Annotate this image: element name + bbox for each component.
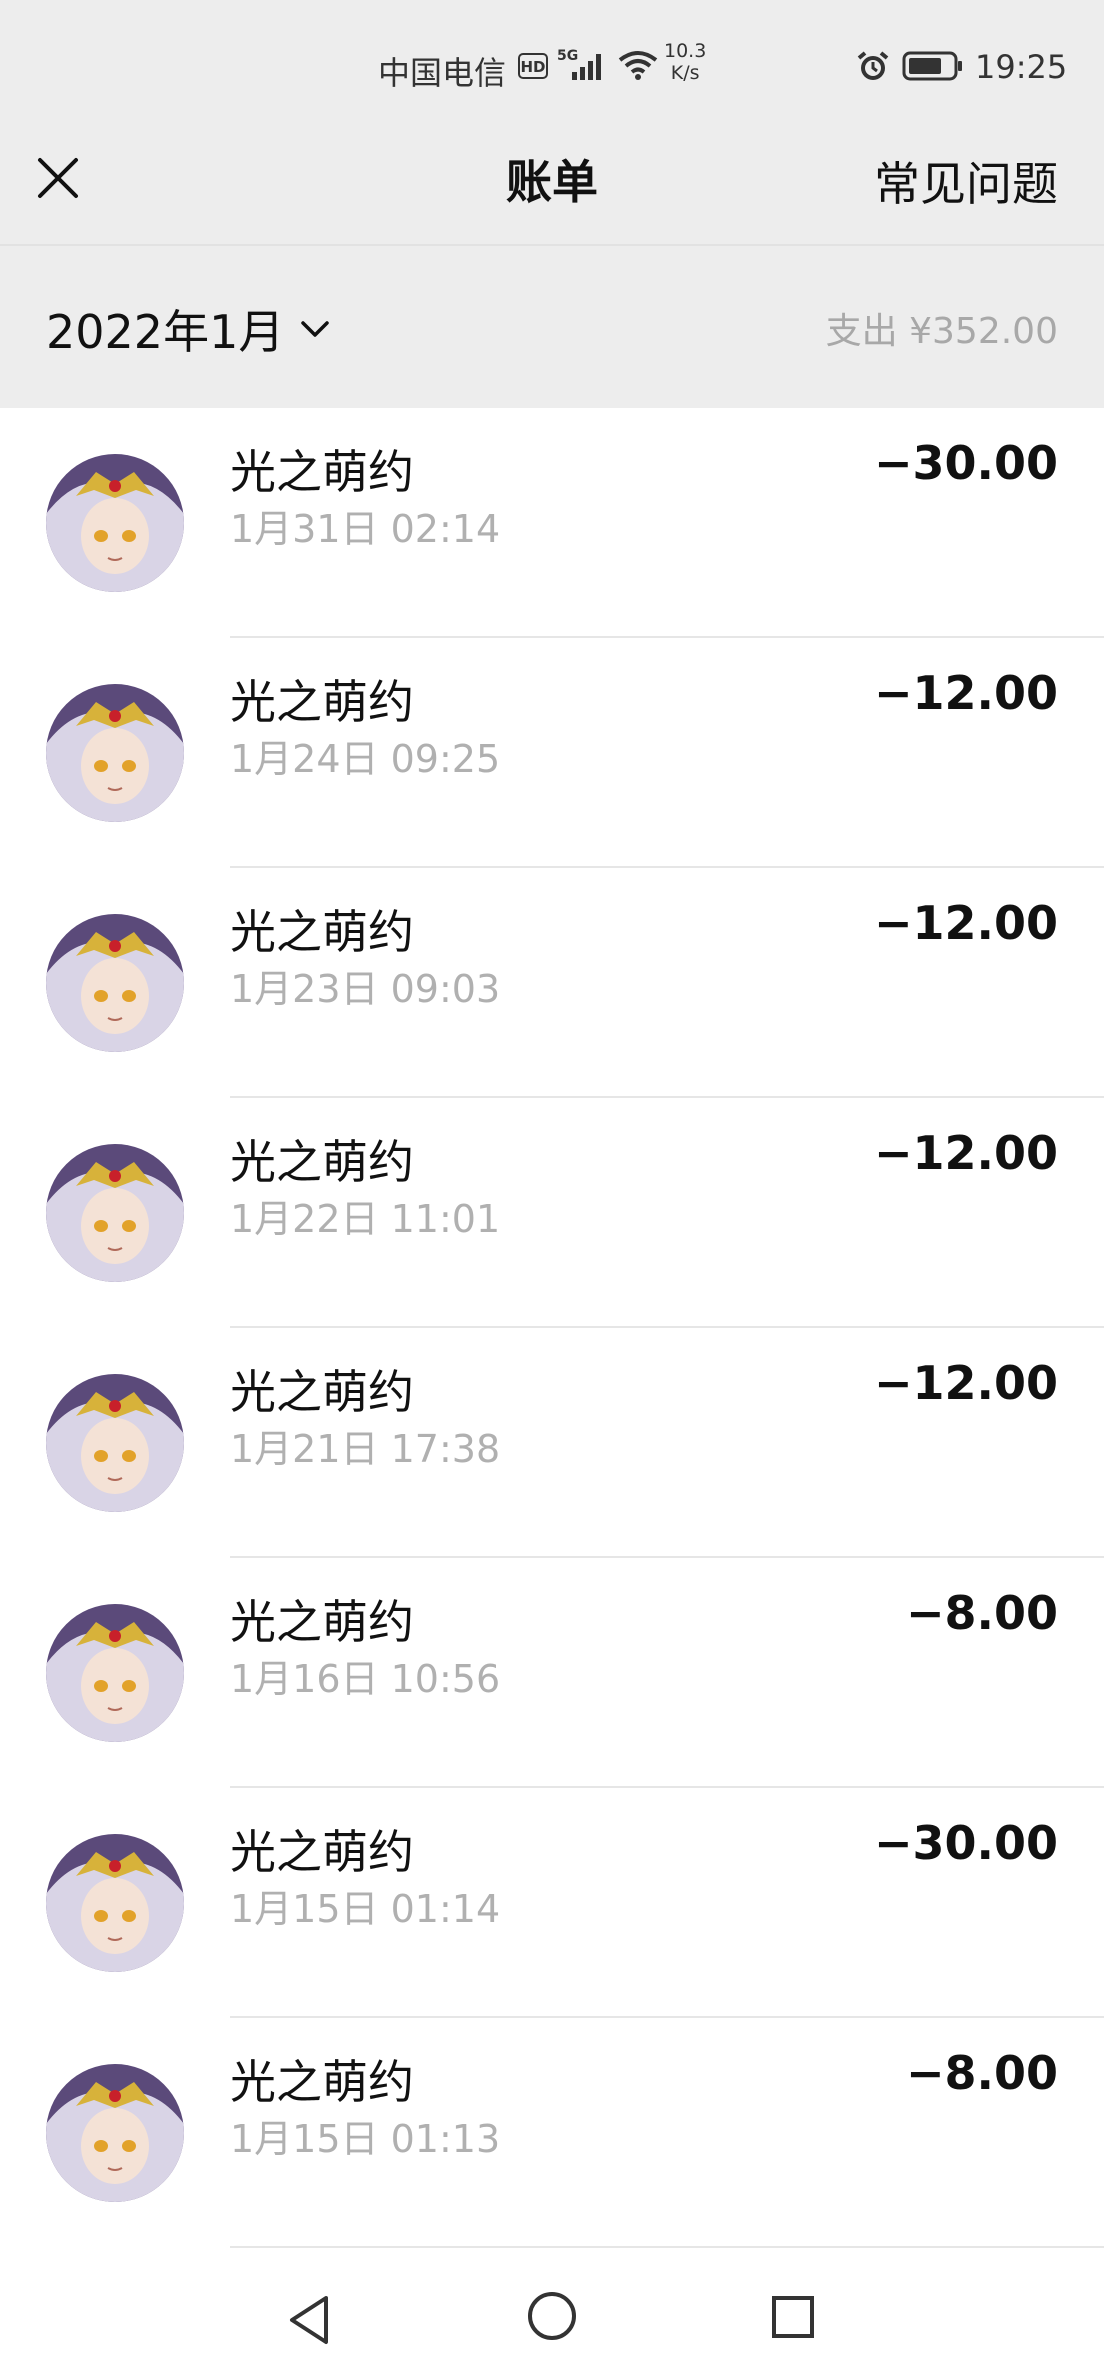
alarm-icon: [857, 51, 889, 80]
back-icon[interactable]: [286, 2294, 334, 2346]
battery-icon: [902, 51, 962, 81]
transaction-row[interactable]: 光之萌约 1月21日 17:38 −12.00: [0, 1328, 1104, 1558]
status-time: 19:25: [975, 48, 1068, 86]
home-icon[interactable]: [526, 2290, 578, 2342]
transaction-amount: −12.00: [873, 1356, 1058, 1410]
merchant-name: 光之萌约: [230, 1595, 414, 1649]
merchant-name: 光之萌约: [230, 1365, 414, 1419]
merchant-name: 光之萌约: [230, 675, 414, 729]
wifi-icon: [618, 51, 658, 80]
transaction-time: 1月21日 17:38: [230, 1427, 501, 1471]
avatar: [46, 1604, 184, 1742]
avatar: [46, 1834, 184, 1972]
hd-badge: HD: [518, 53, 548, 79]
transaction-row[interactable]: 光之萌约 1月31日 02:14 −30.00: [0, 408, 1104, 638]
transaction-time: 1月23日 09:03: [230, 967, 501, 1011]
transaction-list: 光之萌约 1月31日 02:14 −30.00 光之萌约 1月24日 09:25…: [0, 408, 1104, 2254]
avatar: [46, 454, 184, 592]
avatar: [46, 2064, 184, 2202]
transaction-amount: −8.00: [905, 2046, 1058, 2100]
transaction-time: 1月31日 02:14: [230, 507, 501, 551]
avatar: [46, 684, 184, 822]
carrier-label: 中国电信: [378, 54, 507, 92]
transaction-amount: −12.00: [873, 666, 1058, 720]
month-picker[interactable]: 2022年1月: [46, 296, 330, 362]
avatar: [46, 1144, 184, 1282]
speed-value: 10.3: [664, 40, 707, 62]
transaction-row[interactable]: 光之萌约 1月15日 01:13 −8.00: [0, 2018, 1104, 2248]
merchant-name: 光之萌约: [230, 2055, 414, 2109]
merchant-name: 光之萌约: [230, 1825, 414, 1879]
merchant-name: 光之萌约: [230, 445, 414, 499]
transaction-row[interactable]: 光之萌约 1月22日 11:01 −12.00: [0, 1098, 1104, 1328]
transaction-time: 1月24日 09:25: [230, 737, 501, 781]
transaction-amount: −12.00: [873, 1126, 1058, 1180]
signal-icon: [572, 54, 601, 80]
transaction-row[interactable]: 光之萌约 1月16日 10:56 −8.00: [0, 1558, 1104, 1788]
merchant-name: 光之萌约: [230, 1135, 414, 1189]
expense-summary: 支出 ¥352.00: [825, 311, 1058, 352]
status-bar: 中国电信 HD 5G 10.3 K/s 19:25: [0, 0, 1104, 134]
avatar: [46, 914, 184, 1052]
speed-unit: K/s: [670, 62, 700, 84]
network-speed: 10.3 K/s: [664, 40, 706, 84]
transaction-amount: −8.00: [905, 1586, 1058, 1640]
chevron-down-icon: [301, 321, 330, 337]
transaction-amount: −30.00: [873, 436, 1058, 490]
transaction-row[interactable]: 光之萌约 1月15日 01:14 −30.00: [0, 1788, 1104, 2018]
month-label: 2022年1月: [46, 305, 285, 359]
transaction-row[interactable]: 光之萌约 1月23日 09:03 −12.00: [0, 868, 1104, 1098]
merchant-name: 光之萌约: [230, 905, 414, 959]
recent-apps-icon[interactable]: [770, 2294, 816, 2340]
transaction-time: 1月22日 11:01: [230, 1197, 501, 1241]
transaction-amount: −30.00: [873, 1816, 1058, 1870]
transaction-time: 1月15日 01:13: [230, 2117, 501, 2161]
transaction-time: 1月15日 01:14: [230, 1887, 501, 1931]
transaction-row[interactable]: 光之萌约 1月24日 09:25 −12.00: [0, 638, 1104, 868]
transaction-time: 1月16日 10:56: [230, 1657, 501, 1701]
row-divider: [230, 2246, 1104, 2248]
faq-button[interactable]: 常见问题: [874, 148, 1058, 214]
avatar: [46, 1374, 184, 1512]
transaction-amount: −12.00: [873, 896, 1058, 950]
